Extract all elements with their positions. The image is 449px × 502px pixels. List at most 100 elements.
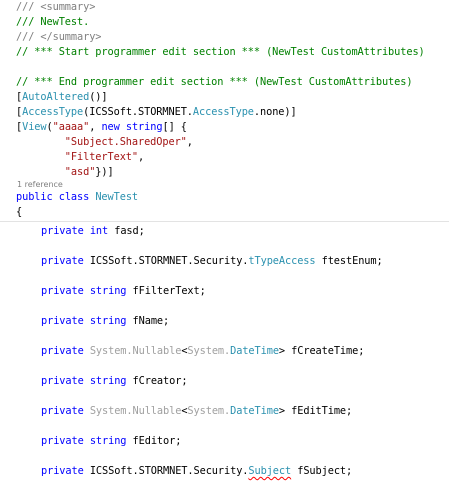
field-declaration: private System.Nullable<System.DateTime>… [0,344,449,359]
string-literal: "FilterText" [64,151,138,163]
doc-comment-text: /// NewTest. [16,16,90,28]
field-name: ftestEnum; [321,255,383,267]
attribute-view: [View("aaaa", new string[] { [0,120,449,135]
keyword-private: private [41,225,84,237]
attribute-view-item: "Subject.SharedOper", [0,135,449,150]
field-declaration: private System.Nullable<System.DateTime>… [0,404,449,419]
class-name: NewTest [95,191,139,203]
comment-text: // *** Start programmer edit section ***… [16,46,425,58]
type-name: DateTime [230,405,279,417]
namespace-dimmed: System.Nullable [89,345,182,357]
field-name: fCreator; [132,375,188,387]
field-name: fasd; [114,225,145,237]
comma: , [186,136,193,148]
keyword-new: new [101,121,120,133]
keyword-private: private [41,435,84,447]
type-name: DateTime [230,345,279,357]
type-name: AccessType [192,106,254,118]
generic-close: > [278,405,286,417]
start-edit-section-comment: // *** Start programmer edit section ***… [0,45,449,60]
array-open: [] { [162,121,187,133]
string-literal: "asd" [64,166,96,178]
attribute-name: View [22,121,47,133]
field-declaration: private string fFilterText; [0,284,449,299]
keyword-type: string [89,435,127,447]
doc-comment-text: /// <summary> [16,1,96,13]
namespace-dimmed: System. [187,345,231,357]
namespace: ICSSoft.STORMNET. [89,106,193,118]
field-name: fCreateTime; [291,345,365,357]
string-literal: "Subject.SharedOper" [64,136,187,148]
end-edit-section-comment: // *** End programmer edit section *** (… [0,75,449,90]
field-name: fName; [132,315,170,327]
field-declaration: private ICSSoft.STORMNET.Security.Subjec… [0,464,449,479]
keyword-type: string [89,375,127,387]
doc-comment-summary-close: /// </summary> [0,30,449,45]
codelens-references[interactable]: 1 reference [0,180,449,190]
code-editor-members: private int fasd; private ICSSoft.STORMN… [0,224,449,479]
attribute-access-type: [AccessType(ICSSoft.STORMNET.AccessType.… [0,105,449,120]
keyword-type: int [89,225,109,237]
editor-separator [0,221,449,222]
keyword-string: string [125,121,163,133]
keyword-public: public [16,191,53,203]
field-name: fFilterText; [132,285,206,297]
keyword-private: private [41,375,84,387]
brace: { [16,206,23,218]
bracket: ()] [89,91,108,103]
field-name: fSubject; [297,465,353,477]
type-name-error[interactable]: Subject [248,465,291,477]
field-declaration: private int fasd; [0,224,449,239]
keyword-private: private [41,285,84,297]
keyword-private: private [41,345,84,357]
field-declaration: private ICSSoft.STORMNET.Security.tTypeA… [0,254,449,269]
keyword-private: private [41,315,84,327]
class-declaration: public class NewTest [0,190,449,205]
attribute-name: AccessType [22,106,84,118]
comment-text: // *** End programmer edit section *** (… [16,76,413,88]
namespace: ICSSoft.STORMNET.Security. [89,255,249,267]
keyword-private: private [41,465,84,477]
field-declaration: private string fName; [0,314,449,329]
attribute-auto-altered: [AutoAltered()] [0,90,449,105]
comma: , [138,151,145,163]
array-close: })] [95,166,114,178]
field-declaration: private string fCreator; [0,374,449,389]
keyword-type: string [89,315,127,327]
comma: , [89,121,102,133]
code-editor-top: /// <summary> /// NewTest. /// </summary… [0,0,449,220]
doc-comment-summary-open: /// <summary> [0,0,449,15]
namespace-dimmed: System.Nullable [89,405,182,417]
class-open-brace: { [0,205,449,220]
attribute-view-item: "asd"})] [0,165,449,180]
field-declaration: private string fEditor; [0,434,449,449]
type-name: tTypeAccess [248,255,316,267]
namespace-dimmed: System. [187,405,231,417]
field-name: fEditor; [132,435,182,447]
namespace: ICSSoft.STORMNET.Security. [89,465,249,477]
keyword-private: private [41,255,84,267]
string-literal: "aaaa" [52,121,90,133]
doc-comment-text: /// </summary> [16,31,102,43]
doc-comment-summary-text: /// NewTest. [0,15,449,30]
keyword-type: string [89,285,127,297]
field-name: fEditTime; [291,405,353,417]
keyword-class: class [58,191,90,203]
keyword-private: private [41,405,84,417]
generic-close: > [278,345,286,357]
enum-value: .none)] [253,106,297,118]
attribute-view-item: "FilterText", [0,150,449,165]
attribute-name: AutoAltered [22,91,90,103]
